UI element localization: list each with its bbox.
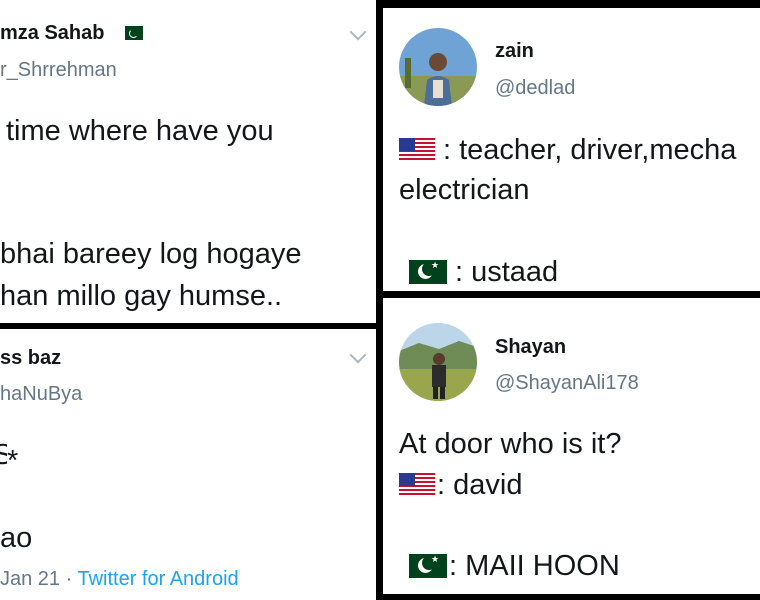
usa-flag-icon (399, 138, 435, 162)
tweet-author-name[interactable]: mza Sahab (0, 22, 144, 45)
tweet-author-handle[interactable]: r_Shrrehman (0, 59, 117, 82)
tweet-text-line: S* (0, 441, 18, 476)
avatar-image (399, 323, 477, 401)
tweet-meta: Jan 21 · Twitter for Android (0, 568, 239, 591)
pakistan-flag-icon: ★ (399, 260, 447, 284)
tweet-text-line: ao (0, 522, 33, 554)
tweet-author-name[interactable]: zain (495, 40, 534, 63)
tweet-text-line: time where have you (6, 115, 274, 147)
chevron-down-icon[interactable] (349, 346, 367, 364)
tweet-author-handle[interactable]: haNuBya (0, 383, 82, 406)
tweet-author-handle[interactable]: @dedlad (495, 77, 575, 100)
tweet-text-line: electrician (399, 174, 530, 206)
tweet-text-line: ★: MAII HOON (399, 552, 620, 581)
tweet-card-4: Shayan @ShayanAli178 At door who is it? … (383, 298, 760, 594)
tweet-text-fragment: : teacher, driver,mecha (443, 134, 737, 166)
tweet-author-name[interactable]: Shayan (495, 336, 566, 359)
tweet-text-line: : teacher, driver,mecha (399, 136, 736, 165)
pakistan-flag-icon (120, 26, 144, 40)
pakistan-flag-icon: ★ (399, 554, 447, 578)
usa-flag-icon (399, 473, 435, 497)
tweet-card-1: mza Sahab r_Shrrehman time where have yo… (0, 0, 376, 323)
tweet-text-line: ★ : ustaad (399, 258, 558, 287)
tweet-text-fragment: : MAII HOON (449, 550, 620, 582)
tweet-card-2: ss baz haNuBya S* ao Jan 21 · Twitter fo… (0, 329, 376, 600)
tweet-text-line: han millo gay humse.. (0, 280, 283, 312)
tweet-card-3: zain @dedlad : teacher, driver,mecha ele… (383, 8, 760, 291)
tweet-text-fragment: * (7, 445, 19, 477)
avatar[interactable] (399, 28, 477, 106)
tweet-text-line: bhai bareey log hogaye (0, 238, 302, 270)
tweet-author-handle[interactable]: @ShayanAli178 (495, 372, 639, 395)
tweet-source-link[interactable]: Twitter for Android (77, 568, 238, 590)
tweet-text-fragment: : david (437, 469, 523, 501)
tweet-text-line: : david (399, 471, 522, 500)
author-name-text: mza Sahab (0, 22, 105, 44)
avatar[interactable] (399, 323, 477, 401)
tweet-author-name[interactable]: ss baz (0, 347, 61, 370)
avatar-image (399, 28, 477, 106)
chevron-down-icon[interactable] (349, 23, 367, 41)
tweet-text-line: At door who is it? (399, 428, 622, 460)
partial-glyph: S (0, 441, 7, 470)
tweet-text-fragment: : ustaad (455, 256, 559, 288)
tweet-date[interactable]: Jan 21 · (0, 568, 77, 590)
